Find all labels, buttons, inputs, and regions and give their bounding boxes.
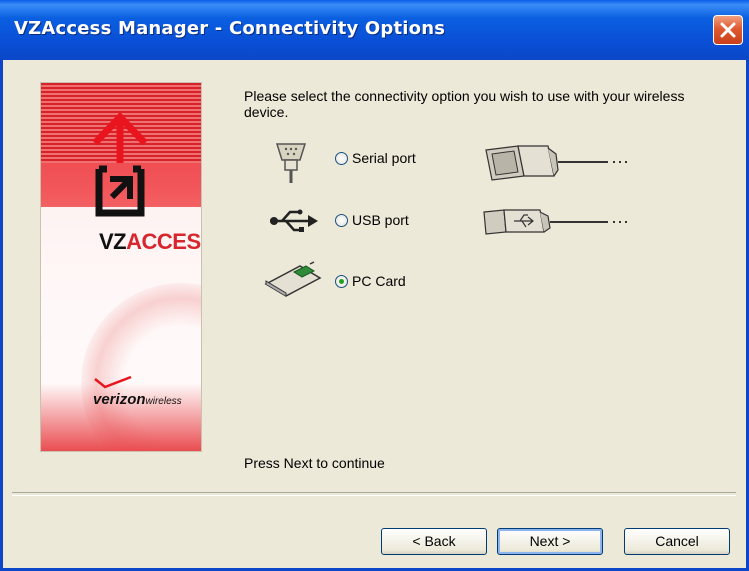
close-button[interactable] <box>713 15 743 45</box>
window-title: VZAccess Manager - Connectivity Options <box>14 18 446 39</box>
serial-connector-icon <box>275 143 307 183</box>
option-pc-card[interactable]: PC Card <box>335 271 435 295</box>
instruction-text: Please select the connectivity option yo… <box>244 88 685 120</box>
window-frame-left <box>0 60 3 571</box>
pc-card-radio[interactable] <box>335 275 348 288</box>
title-bar[interactable]: VZAccess Manager - Connectivity Options <box>0 0 749 60</box>
continue-hint: Press Next to continue <box>244 455 385 471</box>
serial-cable-image <box>485 145 627 181</box>
usb-port-radio[interactable] <box>335 214 348 227</box>
close-icon <box>720 22 736 38</box>
logo-vz-text: VZ <box>99 229 127 254</box>
serial-port-radio[interactable] <box>335 152 348 165</box>
logo-wireless-text: wireless <box>145 396 182 407</box>
back-button[interactable]: < Back <box>381 528 487 555</box>
button-separator <box>12 492 736 496</box>
vzaccess-arrow-icon <box>92 111 148 217</box>
dialog-window: VZAccess Manager - Connectivity Options … <box>0 0 749 571</box>
option-serial-port[interactable]: Serial port <box>335 148 455 172</box>
vzaccess-banner: VZACCESS™ verizonwireless <box>40 82 202 452</box>
pc-card-icon <box>264 261 322 297</box>
pc-card-label[interactable]: PC Card <box>352 273 406 289</box>
cancel-button[interactable]: Cancel <box>624 528 730 555</box>
logo-verizon-text: verizon <box>93 391 146 408</box>
next-button[interactable]: Next > <box>497 528 603 555</box>
option-usb-port[interactable]: USB port <box>335 210 445 234</box>
logo-access-text: ACCESS <box>126 229 201 254</box>
verizon-check-icon <box>94 375 132 389</box>
verizon-wireless-logo: verizonwireless <box>93 391 182 408</box>
usb-cable-image <box>483 209 627 235</box>
serial-port-label[interactable]: Serial port <box>352 150 416 166</box>
usb-icon <box>270 209 318 232</box>
usb-port-label[interactable]: USB port <box>352 212 409 228</box>
vzaccess-logo: VZACCESS™ <box>99 229 201 255</box>
